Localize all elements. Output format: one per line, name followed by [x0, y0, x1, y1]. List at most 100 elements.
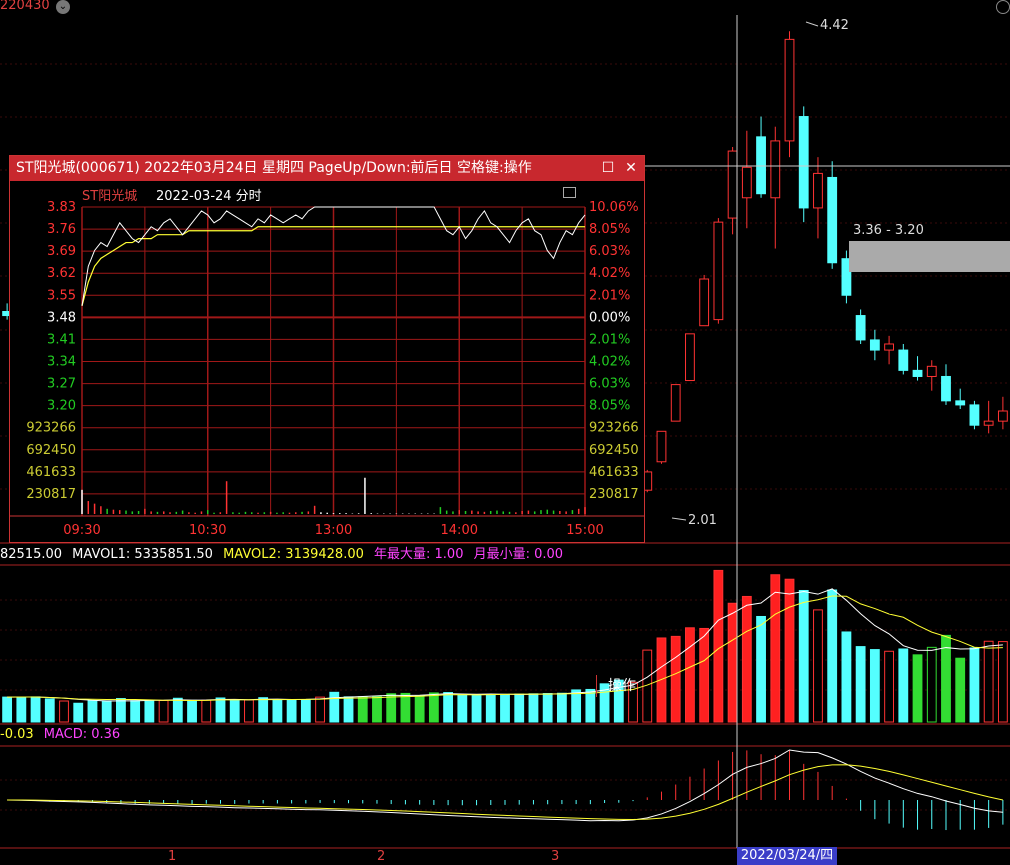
volume-bar [670, 635, 681, 723]
time-tick-label: 14:00 [441, 523, 478, 538]
popup-title[interactable]: ST阳光城(000671) 2022年03月24日 星期四 PageUp/Dow… [10, 156, 644, 181]
intraday-date: 2022-03-24 分时 [156, 189, 262, 204]
volume-bar [286, 699, 297, 723]
volume-bar [329, 691, 340, 723]
volume-bar [585, 688, 596, 723]
volume-bar [144, 700, 155, 723]
pct-tick-label: 2.01% [589, 288, 630, 303]
candle-body [898, 349, 909, 371]
vol-value: 82515.00 [0, 547, 63, 562]
volume-bar [500, 693, 510, 723]
pct-tick-label: 10.06% [589, 200, 639, 215]
volume-bar [187, 699, 197, 723]
volume-bar [244, 699, 254, 723]
volume-bar [969, 647, 980, 723]
maximize-icon[interactable]: ☐ [597, 156, 619, 181]
candle-body [926, 365, 937, 377]
pct-tick-label: 6.03% [589, 377, 630, 392]
mavol2-line [7, 595, 1003, 702]
price-tick-label: 3.76 [47, 222, 76, 237]
circle-icon[interactable] [996, 0, 1010, 14]
month-tick-3: 3 [551, 849, 560, 864]
operate-button[interactable]: 操作 [596, 675, 647, 697]
low-price-label: 2.01 [688, 513, 717, 528]
range-highlight-box [849, 241, 1010, 272]
volume-bar [116, 698, 126, 723]
candle [969, 400, 980, 430]
volume-bar [343, 696, 354, 723]
candle [827, 161, 838, 269]
vol-tick-label-right: 230817 [589, 487, 639, 502]
candle [784, 31, 795, 158]
volume-bar [16, 696, 27, 723]
candle [898, 343, 909, 375]
candle-body [685, 333, 695, 382]
low-arrow [671, 517, 687, 521]
volume-bar [471, 694, 482, 723]
vol-tick-label: 923266 [26, 421, 76, 436]
candle [912, 356, 923, 381]
volume-bar [542, 693, 553, 723]
price-tick-label: 3.41 [47, 332, 76, 347]
volume-bar [386, 693, 397, 723]
volume-bar [699, 627, 710, 723]
candle-body [955, 400, 966, 406]
candle [997, 396, 1008, 430]
volume-bar [428, 692, 439, 723]
candle-body [983, 420, 994, 426]
vol-tick-label: 230817 [26, 487, 76, 502]
time-tick-label: 09:30 [63, 523, 100, 538]
volume-bar [172, 697, 183, 723]
vol-tick-label-right: 692450 [589, 443, 639, 458]
candle [813, 157, 823, 239]
volume-bar [898, 648, 909, 723]
candle-body [656, 430, 667, 463]
candle [741, 130, 752, 229]
volume-bar [130, 700, 141, 723]
candle-body [798, 116, 809, 209]
volume-bar [87, 700, 98, 723]
volume-bar [685, 627, 695, 723]
candle-body [670, 384, 681, 422]
volume-bars [2, 569, 1008, 723]
time-tick-label: 15:00 [566, 523, 603, 538]
candle-body [941, 375, 951, 402]
candle [955, 388, 966, 409]
mavol2-label: MAVOL2: 3139428.00 [223, 547, 364, 562]
volume-bar [983, 640, 994, 723]
candle-body [997, 410, 1008, 422]
price-tick-label: 3.20 [47, 399, 76, 414]
candle [926, 360, 937, 391]
close-icon[interactable]: ✕ [620, 156, 642, 181]
volume-ma-lines [7, 588, 1003, 702]
intraday-popup[interactable]: ST阳光城(000671) 2022年03月24日 星期四 PageUp/Dow… [9, 155, 645, 697]
toggle-icon[interactable] [563, 187, 576, 198]
volume-bar [813, 609, 823, 723]
volume-bar [258, 697, 269, 723]
range-label: 3.36 - 3.20 [853, 223, 924, 238]
price-tick-label: 3.34 [47, 355, 76, 370]
volume-bar [44, 698, 55, 723]
month-tick-2: 2 [377, 849, 386, 864]
macd-legend: -0.03 MACD: 0.36 [0, 727, 120, 742]
pct-tick-label: 2.01% [589, 332, 630, 347]
vol-tick-label: 692450 [26, 443, 76, 458]
volume-bar [30, 696, 41, 723]
candle-body [699, 278, 710, 327]
volume-bar [727, 602, 738, 723]
pct-tick-label: 8.05% [589, 399, 630, 414]
crosshair [645, 15, 1010, 848]
chevron-down-icon[interactable]: ⌄ [56, 0, 70, 14]
dea-value: -0.03 [0, 727, 34, 742]
candle [869, 329, 880, 361]
volume-bar [827, 589, 838, 723]
candle [884, 335, 894, 365]
volume-bar [955, 657, 966, 723]
volume-bar [400, 692, 411, 723]
volume-bar [912, 654, 923, 723]
candle [656, 430, 667, 464]
pct-tick-label: 8.05% [589, 222, 630, 237]
volume-bar [300, 699, 311, 723]
candle-body [813, 172, 823, 209]
month-tick-1: 1 [168, 849, 177, 864]
